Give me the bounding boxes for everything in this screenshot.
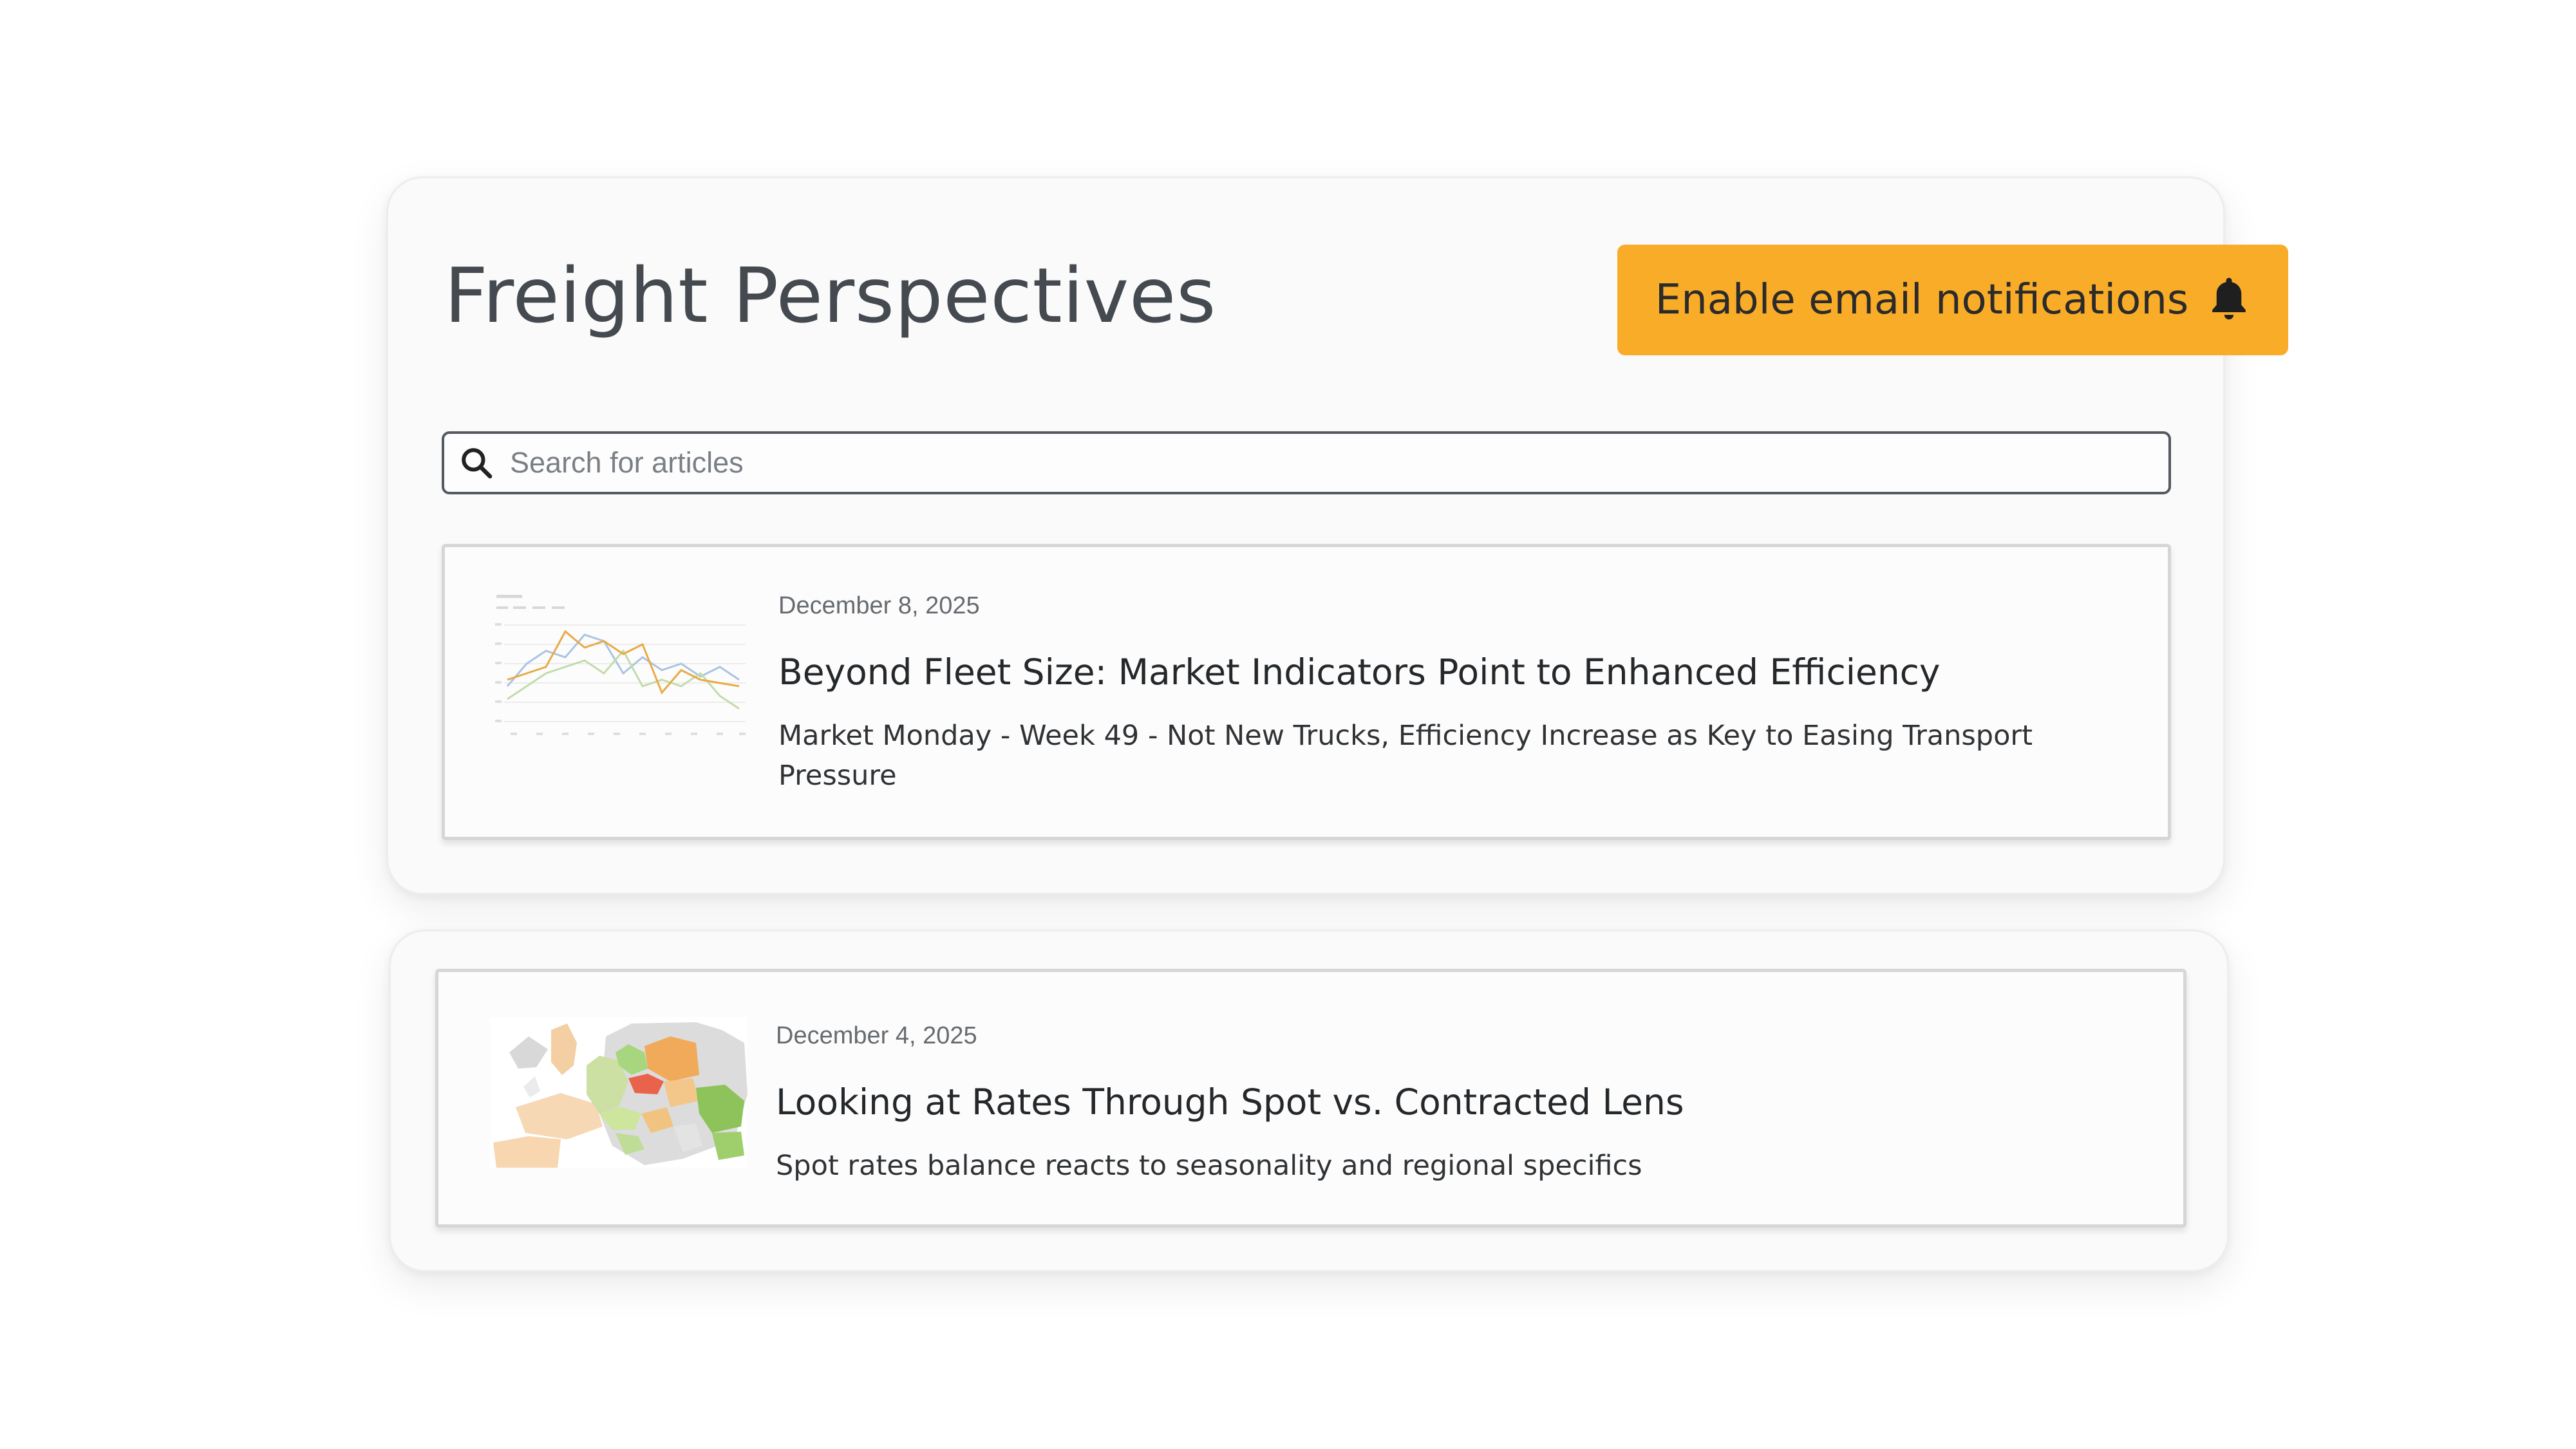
article-summary: Market Monday - Week 49 - Not New Trucks… — [778, 720, 2033, 792]
europe-map-thumbnail — [490, 1017, 747, 1168]
search-box — [442, 431, 2171, 494]
article-card[interactable]: December 4, 2025 Looking at Rates Throug… — [435, 969, 2186, 1228]
line-chart-thumbnail — [491, 590, 749, 744]
article-date: December 4, 2025 — [776, 1022, 977, 1049]
article-summary: Spot rates balance reacts to seasonality… — [776, 1150, 1642, 1182]
article-title[interactable]: Looking at Rates Through Spot vs. Contra… — [776, 1081, 1684, 1123]
page-title: Freight Perspectives — [444, 251, 1216, 340]
bell-icon — [2212, 277, 2246, 320]
article-date: December 8, 2025 — [778, 592, 980, 619]
notify-button-label: Enable email notifications — [1655, 276, 2189, 324]
enable-email-notifications-button[interactable]: Enable email notifications — [1617, 245, 2288, 355]
article-title[interactable]: Beyond Fleet Size: Market Indicators Poi… — [778, 651, 1940, 693]
search-input[interactable] — [509, 436, 2168, 489]
search-icon — [462, 448, 493, 479]
article-card[interactable]: December 8, 2025 Beyond Fleet Size: Mark… — [442, 544, 2171, 840]
